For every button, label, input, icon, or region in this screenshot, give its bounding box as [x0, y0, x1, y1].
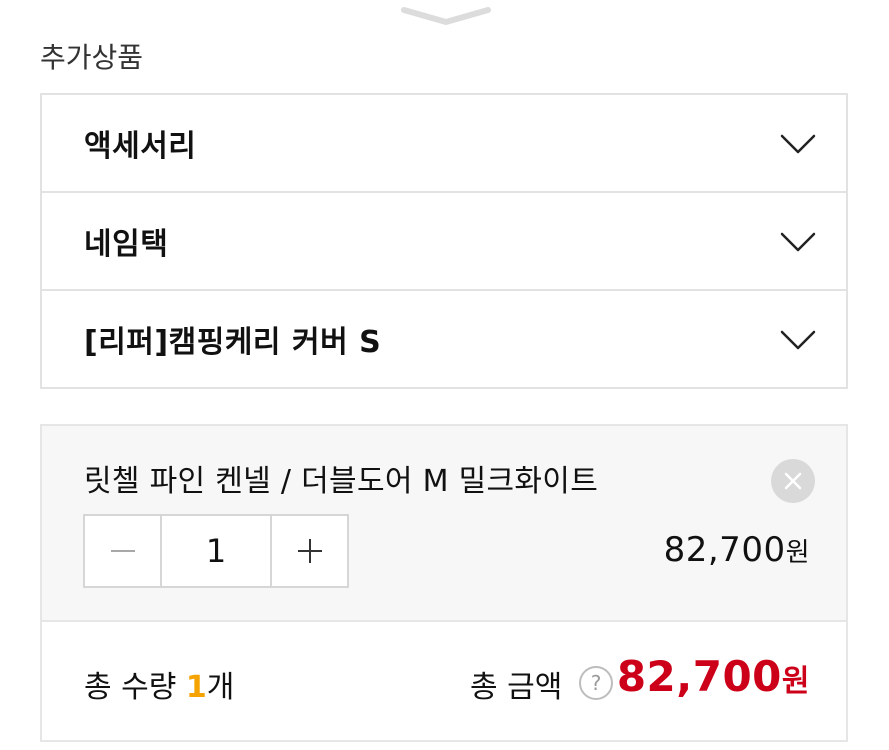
- close-icon: [784, 472, 802, 490]
- plus-icon: [297, 539, 322, 563]
- collapse-handle-icon[interactable]: [400, 2, 492, 28]
- minus-icon: [110, 550, 135, 552]
- accordion-item-nametag[interactable]: 네임택: [42, 193, 846, 291]
- total-amount-unit: 원: [781, 664, 810, 699]
- order-totals: 총 수량 1개 총 금액 ? 82,700원: [40, 620, 848, 742]
- total-amount: 82,700원: [617, 652, 810, 701]
- quantity-stepper: 1: [83, 514, 349, 588]
- section-title: 추가상품: [40, 30, 143, 70]
- accordion-item-label: 액세서리: [84, 129, 197, 164]
- accordion-item-label: [리퍼]캠핑케리 커버 S: [84, 325, 382, 360]
- accordion-item-accessory[interactable]: 액세서리: [42, 95, 846, 193]
- chevron-down-icon: [780, 330, 816, 350]
- product-name: 릿첼 파인 켄넬 / 더블도어 M 밀크화이트: [84, 464, 599, 499]
- total-amount-value: 82,700: [616, 652, 782, 701]
- total-quantity-suffix: 개: [206, 670, 235, 705]
- total-amount-label: 총 금액: [470, 670, 563, 705]
- quantity-increase-button[interactable]: [270, 516, 347, 586]
- total-quantity-prefix: 총 수량: [84, 670, 186, 705]
- accordion-item-label: 네임택: [84, 227, 169, 262]
- quantity-input[interactable]: 1: [162, 516, 270, 586]
- item-price: 82,700원: [664, 530, 810, 570]
- selected-product: 릿첼 파인 켄넬 / 더블도어 M 밀크화이트 1 82,700원: [40, 424, 848, 622]
- accordion-item-carrier-cover[interactable]: [리퍼]캠핑케리 커버 S: [42, 291, 846, 387]
- remove-item-button[interactable]: [771, 459, 815, 503]
- item-price-value: 82,700: [663, 530, 786, 570]
- section-title-text: 추가상품: [40, 41, 144, 70]
- chevron-down-icon: [780, 232, 816, 252]
- quantity-decrease-button[interactable]: [85, 516, 162, 586]
- option-panel: 추가상품 액세서리 네임택 [리퍼]캠핑케리 커버 S 릿첼 파인 켄넬 / 더…: [0, 0, 889, 750]
- item-price-unit: 원: [785, 538, 810, 568]
- addon-accordion: 액세서리 네임택 [리퍼]캠핑케리 커버 S: [40, 93, 848, 389]
- question-icon[interactable]: ?: [579, 666, 613, 700]
- total-quantity: 총 수량 1개: [84, 662, 234, 706]
- chevron-down-icon: [780, 134, 816, 154]
- total-quantity-value: 1: [185, 670, 207, 705]
